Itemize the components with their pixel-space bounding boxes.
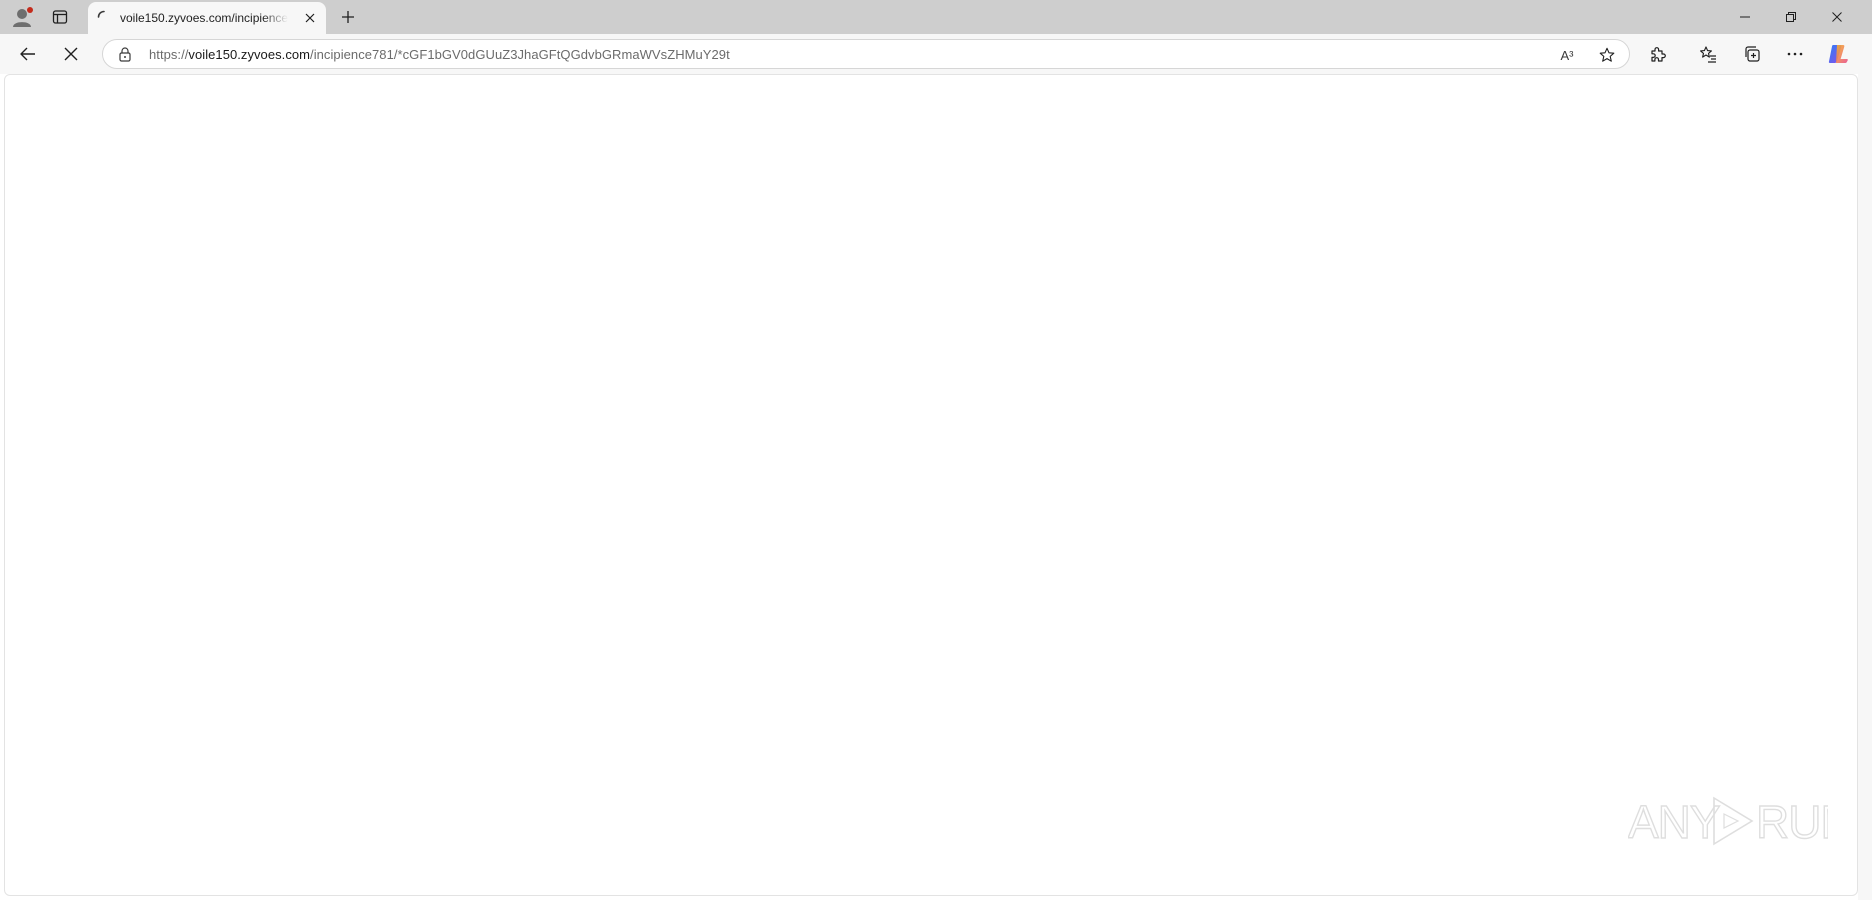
window-edge bbox=[1858, 74, 1872, 900]
url-path: /incipience781/*cGF1bGV0dGUuZ3JhaGFtQGdv… bbox=[310, 47, 730, 62]
copilot-button[interactable] bbox=[1822, 38, 1854, 70]
collections-icon bbox=[1745, 46, 1760, 62]
loading-spinner-icon bbox=[97, 10, 105, 18]
read-aloud-icon: A³ bbox=[1560, 47, 1574, 63]
favorites-button[interactable] bbox=[1692, 38, 1724, 70]
star-icon bbox=[1599, 47, 1615, 62]
minimize-button[interactable] bbox=[1722, 0, 1768, 34]
tab-active[interactable]: voile150.zyvoes.com/incipience781/*cGF1b… bbox=[88, 2, 326, 34]
page-content-area[interactable] bbox=[4, 74, 1858, 896]
favorites-list-icon bbox=[1700, 46, 1716, 63]
close-window-button[interactable] bbox=[1814, 0, 1860, 34]
minimize-icon bbox=[1740, 16, 1750, 18]
watermark-text-run: RUN bbox=[1756, 796, 1828, 848]
arrow-left-icon bbox=[20, 47, 35, 61]
settings-and-more-button[interactable] bbox=[1779, 38, 1811, 70]
extensions-button[interactable] bbox=[1642, 38, 1674, 70]
new-tab-button[interactable] bbox=[334, 4, 362, 30]
close-icon bbox=[1832, 12, 1842, 22]
ellipsis-icon bbox=[1787, 52, 1803, 56]
add-favorite-button[interactable] bbox=[1595, 43, 1619, 67]
restore-button[interactable] bbox=[1768, 0, 1814, 34]
collections-button[interactable] bbox=[1736, 38, 1768, 70]
close-icon bbox=[305, 13, 315, 23]
lock-icon[interactable] bbox=[117, 46, 133, 62]
puzzle-icon bbox=[1651, 47, 1666, 62]
stop-loading-button[interactable] bbox=[55, 38, 87, 70]
browser-toolbar: https://voile150.zyvoes.com/incipience78… bbox=[0, 34, 1872, 74]
plus-icon bbox=[342, 11, 354, 23]
tab-title: voile150.zyvoes.com/incipience781/*cGF1b… bbox=[120, 11, 288, 25]
tab-actions-icon bbox=[52, 10, 68, 24]
title-bar: voile150.zyvoes.com/incipience781/*cGF1b… bbox=[0, 0, 1872, 34]
restore-icon bbox=[1786, 12, 1796, 22]
address-bar[interactable]: https://voile150.zyvoes.com/incipience78… bbox=[102, 39, 1630, 69]
stop-x-icon bbox=[64, 47, 78, 61]
profile-avatar-icon bbox=[13, 7, 33, 27]
url-scheme: https:// bbox=[149, 47, 189, 62]
url-text[interactable]: https://voile150.zyvoes.com/incipience78… bbox=[149, 47, 730, 62]
copilot-icon bbox=[1828, 45, 1848, 63]
tab-actions-button[interactable] bbox=[44, 0, 76, 34]
back-button[interactable] bbox=[12, 38, 44, 70]
read-aloud-button[interactable]: A³ bbox=[1555, 43, 1579, 67]
url-host: voile150.zyvoes.com bbox=[188, 47, 311, 62]
anyrun-watermark-logo: ANY RUN bbox=[1628, 795, 1828, 848]
tab-close-button[interactable] bbox=[302, 10, 318, 26]
profile-button[interactable] bbox=[6, 0, 40, 34]
watermark-text-any: ANY bbox=[1628, 796, 1720, 848]
